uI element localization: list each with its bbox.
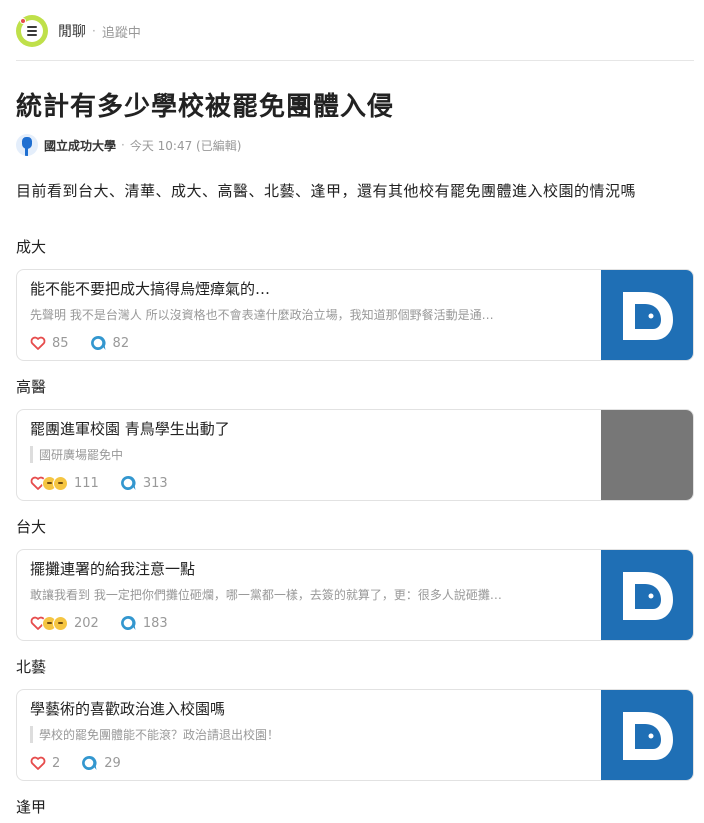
- card-excerpt: 學校的罷免團體能不能滾？政治請退出校園！: [30, 726, 279, 743]
- card-stats: 85 82: [30, 334, 129, 352]
- linked-post-card[interactable]: 能不能不要把成大搞得烏煙瘴氣的… 先聲明 我不是台灣人 所以沒資格也不會表達什麼…: [16, 269, 694, 361]
- section-label: 北藝: [16, 658, 47, 676]
- follow-status[interactable]: 追蹤中: [102, 22, 141, 41]
- notification-dot: [20, 18, 26, 24]
- avatar[interactable]: [16, 134, 38, 156]
- comment-count: 82: [112, 335, 130, 351]
- post-time: 今天 10:47 (已編輯): [129, 138, 242, 153]
- dcard-logo-thumbnail: [601, 550, 693, 640]
- linked-post-card[interactable]: 擺攤連署的給我注意一點 敢讓我看到 我一定把你們攤位砸爛，哪一黨都一樣，去簽的就…: [16, 549, 694, 641]
- comment-count: 313: [142, 475, 168, 491]
- like-count: 202: [74, 615, 99, 631]
- header-divider: [16, 60, 694, 61]
- like-count: 85: [52, 335, 69, 351]
- board-name[interactable]: 閒聊: [58, 21, 86, 41]
- heart-icon: [30, 336, 46, 350]
- blurred-photo-thumbnail: [601, 410, 693, 500]
- separator-dot: ·: [121, 138, 125, 152]
- card-title[interactable]: 學藝術的喜歡政治進入校園嗎: [30, 698, 225, 719]
- dcard-logo-thumbnail: [601, 270, 693, 360]
- card-stats: 2 29: [30, 754, 121, 772]
- heart-icon: [30, 756, 46, 770]
- linked-post-card[interactable]: 學藝術的喜歡政治進入校園嗎 學校的罷免團體能不能滾？政治請退出校園！ 2 29: [16, 689, 694, 781]
- comment-icon: [120, 615, 136, 630]
- like-count: 2: [52, 755, 61, 771]
- post-title: 統計有多少學校被罷免團體入侵: [16, 92, 395, 122]
- card-excerpt: 先聲明 我不是台灣人 所以沒資格也不會表達什麼政治立場，我知道那個野餐活動是通…: [30, 308, 494, 322]
- dcard-logo-icon: [623, 572, 673, 620]
- card-excerpt: 國研廣場罷免中: [30, 446, 123, 463]
- cry-reaction-icon: [53, 615, 68, 631]
- separator-dot: ·: [92, 24, 96, 38]
- cry-reaction-icon: [53, 475, 68, 491]
- section-label: 台大: [16, 518, 47, 536]
- card-title[interactable]: 罷團進軍校園 青鳥學生出動了: [30, 418, 230, 439]
- section-label: 高醫: [16, 378, 47, 396]
- board-icon[interactable]: [16, 15, 48, 47]
- post-body: 目前看到台大、清華、成大、高醫、北藝、逢甲，還有其他校有罷免團體進入校園的情況嗎: [16, 182, 637, 200]
- card-title[interactable]: 能不能不要把成大搞得烏煙瘴氣的…: [30, 278, 270, 299]
- comment-icon: [90, 335, 106, 350]
- board-header: 閒聊 · 追蹤中: [16, 14, 141, 48]
- dcard-logo-icon: [623, 292, 673, 340]
- comment-icon: [82, 755, 97, 770]
- linked-post-card[interactable]: 罷團進軍校園 青鳥學生出動了 國研廣場罷免中 111 313: [16, 409, 694, 501]
- dcard-logo-thumbnail: [601, 690, 693, 780]
- card-title[interactable]: 擺攤連署的給我注意一點: [30, 558, 195, 579]
- comment-icon: [120, 475, 136, 490]
- card-excerpt: 敢讓我看到 我一定把你們攤位砸爛，哪一黨都一樣，去簽的就算了，更：很多人說砸攤…: [30, 588, 502, 602]
- card-stats: 202 183: [30, 614, 168, 632]
- comment-count: 29: [104, 755, 121, 771]
- card-stats: 111 313: [30, 474, 168, 492]
- section-label: 逢甲: [16, 798, 47, 816]
- section-label: 成大: [16, 238, 47, 256]
- post-meta: 國立成功大學 · 今天 10:47 (已編輯): [16, 134, 241, 156]
- like-count: 111: [74, 475, 99, 491]
- comment-count: 183: [142, 615, 168, 631]
- author-school[interactable]: 國立成功大學: [44, 137, 116, 154]
- dcard-logo-icon: [623, 712, 673, 760]
